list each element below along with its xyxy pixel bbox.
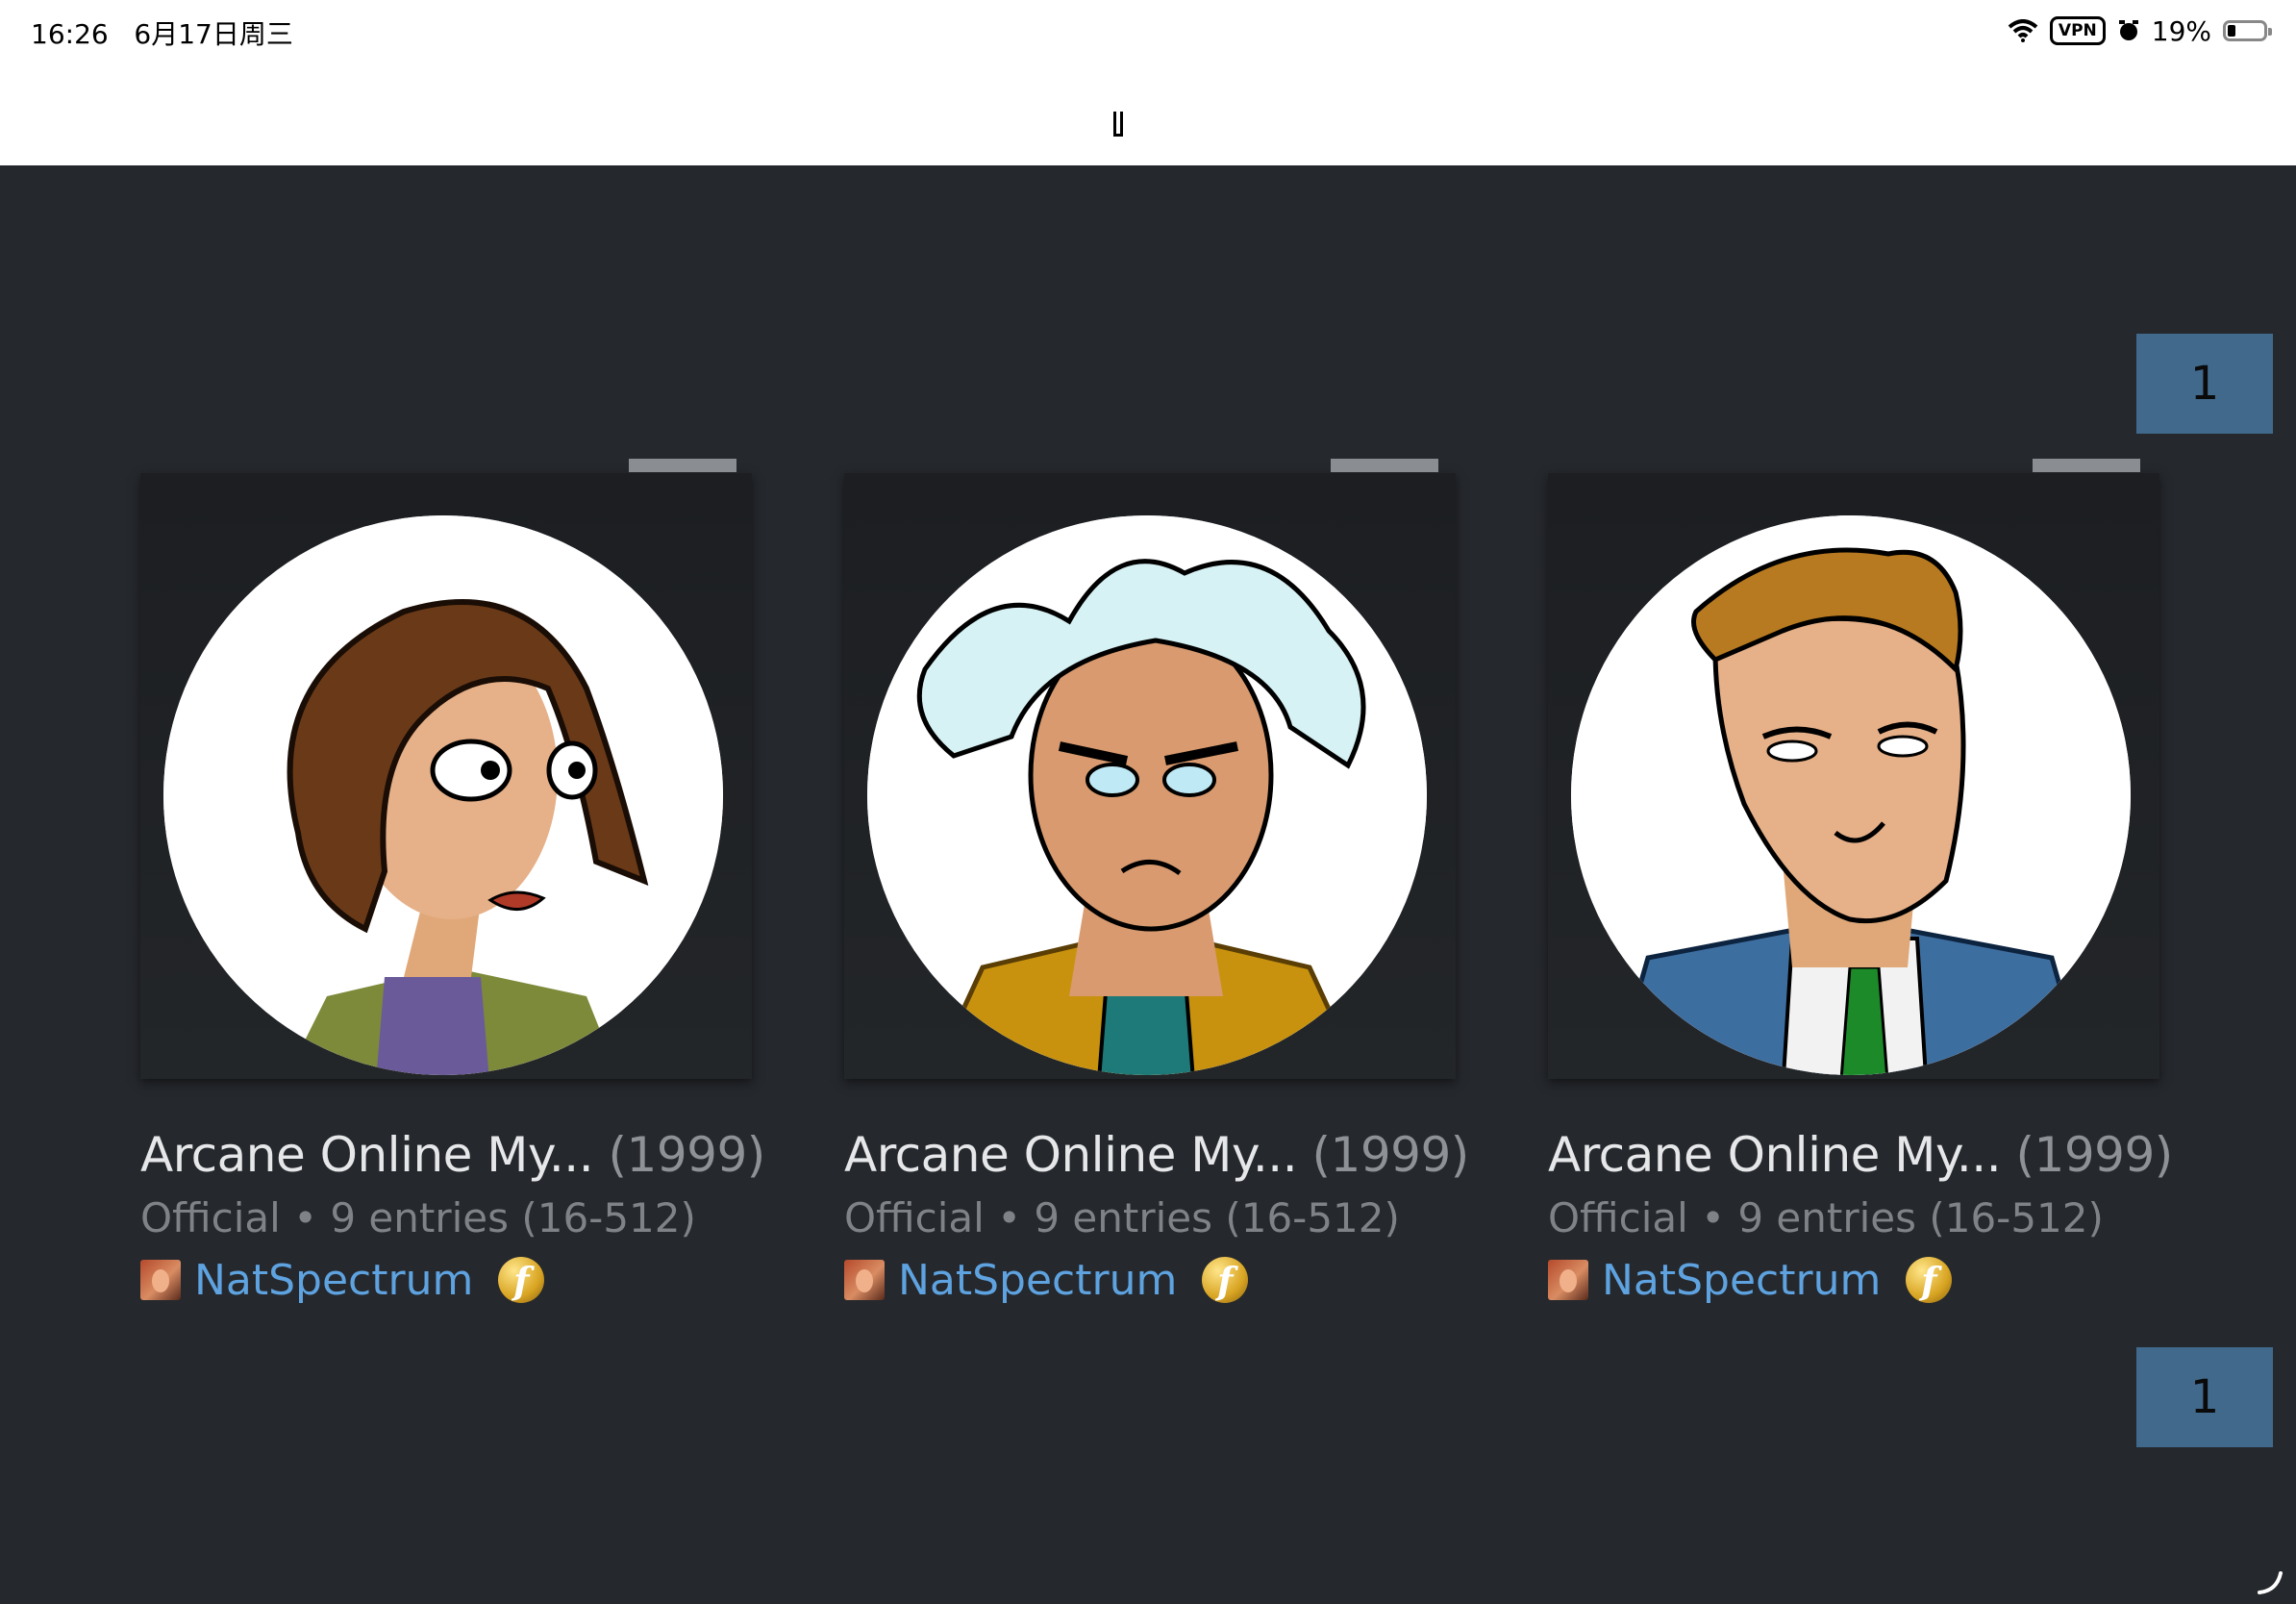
card-title[interactable]: Arcane Online My... (1999)	[844, 1127, 1469, 1183]
card-indicator-bar	[2033, 459, 2140, 472]
author-link[interactable]: NatSpectrum	[1602, 1256, 1881, 1305]
text-cursor-icon	[1113, 112, 1123, 137]
status-time: 16:26 6月17日周三	[31, 18, 293, 50]
card-indicator-bar	[1331, 459, 1438, 472]
portrait-old-man-image	[867, 515, 1427, 1075]
battery-icon	[2223, 20, 2272, 41]
author-link[interactable]: NatSpectrum	[194, 1256, 473, 1305]
portrait-man-image	[1571, 515, 2131, 1075]
card-thumbnail[interactable]	[844, 473, 1456, 1079]
card-author-row: NatSpectrum f	[844, 1256, 1249, 1305]
portrait-woman-image	[163, 515, 723, 1075]
card-thumbnail[interactable]	[140, 473, 752, 1079]
alarm-icon	[2118, 20, 2138, 40]
card-title[interactable]: Arcane Online My... (1999)	[1548, 1127, 2173, 1183]
author-avatar[interactable]	[1548, 1260, 1588, 1300]
flash-badge-icon: f	[498, 1257, 545, 1303]
card-author-row: NatSpectrum f	[140, 1256, 545, 1305]
pagination-page-button-top[interactable]: 1	[2136, 334, 2273, 434]
status-bar: 16:26 6月17日周三 VPN 19%	[0, 0, 2296, 165]
author-link[interactable]: NatSpectrum	[898, 1256, 1177, 1305]
wifi-icon	[2008, 19, 2038, 42]
status-icons: VPN 19%	[2008, 13, 2272, 48]
pagination-page-button-bottom[interactable]: 1	[2136, 1347, 2273, 1447]
card-author-row: NatSpectrum f	[1548, 1256, 1953, 1305]
card-title[interactable]: Arcane Online My... (1999)	[140, 1127, 765, 1183]
battery-percent: 19%	[2151, 14, 2211, 47]
resize-handle-icon[interactable]	[2256, 1567, 2284, 1596]
card-meta: Official • 9 entries (16-512)	[140, 1194, 696, 1241]
flash-badge-icon: f	[1906, 1257, 1953, 1303]
vpn-badge: VPN	[2049, 16, 2106, 45]
author-avatar[interactable]	[140, 1260, 181, 1300]
flash-badge-icon: f	[1202, 1257, 1249, 1303]
author-avatar[interactable]	[844, 1260, 885, 1300]
card-meta: Official • 9 entries (16-512)	[1548, 1194, 2104, 1241]
card-indicator-bar	[629, 459, 736, 472]
card-thumbnail[interactable]	[1548, 473, 2159, 1079]
card-meta: Official • 9 entries (16-512)	[844, 1194, 1400, 1241]
